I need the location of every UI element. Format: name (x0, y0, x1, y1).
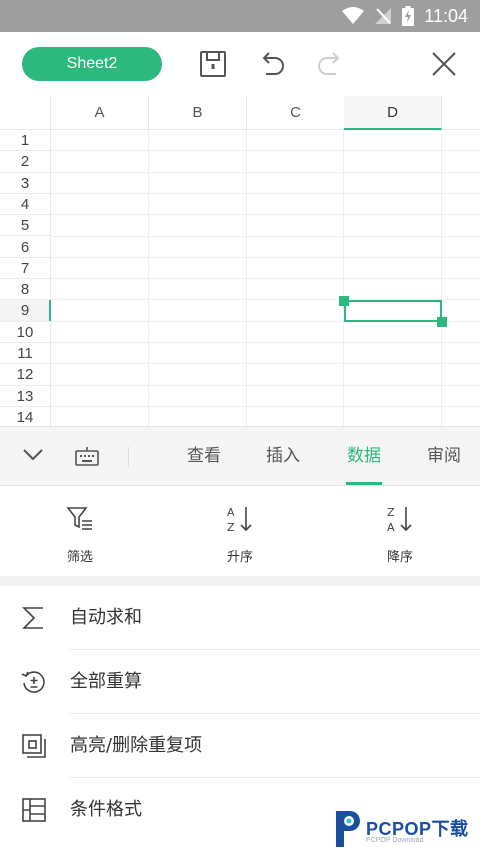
column-header-a[interactable]: A (51, 96, 149, 130)
redo-icon[interactable] (314, 48, 346, 80)
row-header-7[interactable]: 7 (0, 257, 51, 280)
row-header-11[interactable]: 11 (0, 343, 51, 365)
grid-row-line (51, 214, 480, 216)
selection-handle-bottom-right[interactable] (437, 317, 447, 327)
grid-row-line (51, 235, 480, 237)
tab-data[interactable]: 数据 (340, 427, 388, 485)
grid-corner[interactable] (0, 96, 51, 130)
conditional-format-icon (22, 798, 46, 822)
selection-handle-top-left[interactable] (339, 296, 349, 306)
selected-cell-d9[interactable] (344, 300, 442, 322)
data-tools-row: 筛选 A Z 升序 Z A 降序 (0, 486, 480, 576)
svg-text:Z: Z (387, 506, 395, 519)
column-header-d[interactable]: D (344, 96, 442, 130)
row-header-6[interactable]: 6 (0, 236, 51, 258)
sort-descending-button[interactable]: Z A 降序 (360, 504, 440, 565)
active-tab-indicator (346, 482, 382, 485)
row-header-12[interactable]: 12 (0, 364, 51, 386)
row-header-10[interactable]: 10 (0, 321, 51, 343)
row-header-13[interactable]: 13 (0, 385, 51, 407)
no-signal-icon (375, 8, 392, 24)
close-icon[interactable] (428, 48, 460, 80)
undo-icon[interactable] (256, 48, 288, 80)
keyboard-icon[interactable] (74, 445, 100, 467)
pcpop-watermark: PCPOP下载 PCPOP Download (332, 805, 480, 851)
battery-charging-icon (402, 6, 415, 26)
tab-review[interactable]: 审阅 (420, 427, 468, 485)
sheet-name-button[interactable]: Sheet2 (22, 47, 162, 81)
svg-text:A: A (387, 521, 395, 534)
grid-row-line (51, 192, 480, 194)
filter-icon (66, 507, 92, 530)
grid-column-line (441, 130, 442, 426)
sort-ascending-button[interactable]: A Z 升序 (200, 504, 280, 565)
row-header-1[interactable]: 1 (0, 130, 51, 152)
row-header-5[interactable]: 5 (0, 215, 51, 237)
row-header-2[interactable]: 2 (0, 151, 51, 173)
list-item-highlight-remove-duplicates[interactable]: 高亮/删除重复项 (0, 714, 480, 778)
pcpop-logo-icon (336, 811, 360, 847)
sort-descending-icon: Z A (387, 506, 412, 534)
top-toolbar: Sheet2 (0, 32, 480, 96)
grid-row-line (51, 171, 480, 173)
filter-button[interactable]: 筛选 (40, 504, 120, 565)
save-icon[interactable] (197, 48, 229, 80)
svg-text:Z: Z (227, 521, 235, 534)
grid-column-line (343, 130, 344, 426)
row-header-14[interactable]: 14 (0, 406, 51, 426)
grid-row-line (51, 384, 480, 386)
recalculate-icon (21, 671, 45, 693)
row-header-3[interactable]: 3 (0, 172, 51, 194)
column-header-partial[interactable] (442, 96, 480, 130)
data-functions-list: 自动求和 全部重算 高亮/删除重复项 条件格式 (0, 586, 480, 842)
wifi-icon (342, 7, 365, 24)
svg-text:A: A (227, 506, 235, 519)
grid-row-line (51, 342, 480, 343)
grid-column-line (246, 130, 247, 426)
tab-insert[interactable]: 插入 (259, 427, 307, 485)
row-header-4[interactable]: 4 (0, 193, 51, 216)
sigma-icon (22, 607, 43, 629)
sort-ascending-icon: A Z (227, 506, 252, 534)
collapse-chevron-icon[interactable] (22, 447, 44, 463)
status-time: 11:04 (424, 5, 468, 26)
row-header-9[interactable]: 9 (0, 300, 51, 322)
watermark-sub: PCPOP Download (366, 837, 424, 844)
list-item-recalculate-all[interactable]: 全部重算 (0, 650, 480, 714)
column-header-b[interactable]: B (149, 96, 247, 130)
grid-column-line (148, 130, 149, 426)
tab-view[interactable]: 查看 (180, 427, 228, 485)
tab-separator (128, 447, 129, 467)
grid-row-line (51, 278, 480, 280)
grid-row-line (51, 256, 480, 258)
list-item-autosum[interactable]: 自动求和 (0, 586, 480, 650)
status-bar: 11:04 (0, 0, 480, 32)
ribbon-tab-bar: 查看 插入 数据 审阅 (0, 426, 480, 486)
spreadsheet-grid[interactable]: ABCD 1 2 3 4 5 6 7 8 9 10 11 12 13 14 (0, 96, 480, 426)
duplicate-highlight-icon (22, 734, 46, 758)
grid-row-line (51, 363, 480, 365)
section-divider (0, 576, 480, 586)
column-header-c[interactable]: C (247, 96, 345, 130)
row-header-8[interactable]: 8 (0, 279, 51, 301)
grid-row-line (51, 150, 480, 152)
grid-row-line (51, 405, 480, 407)
